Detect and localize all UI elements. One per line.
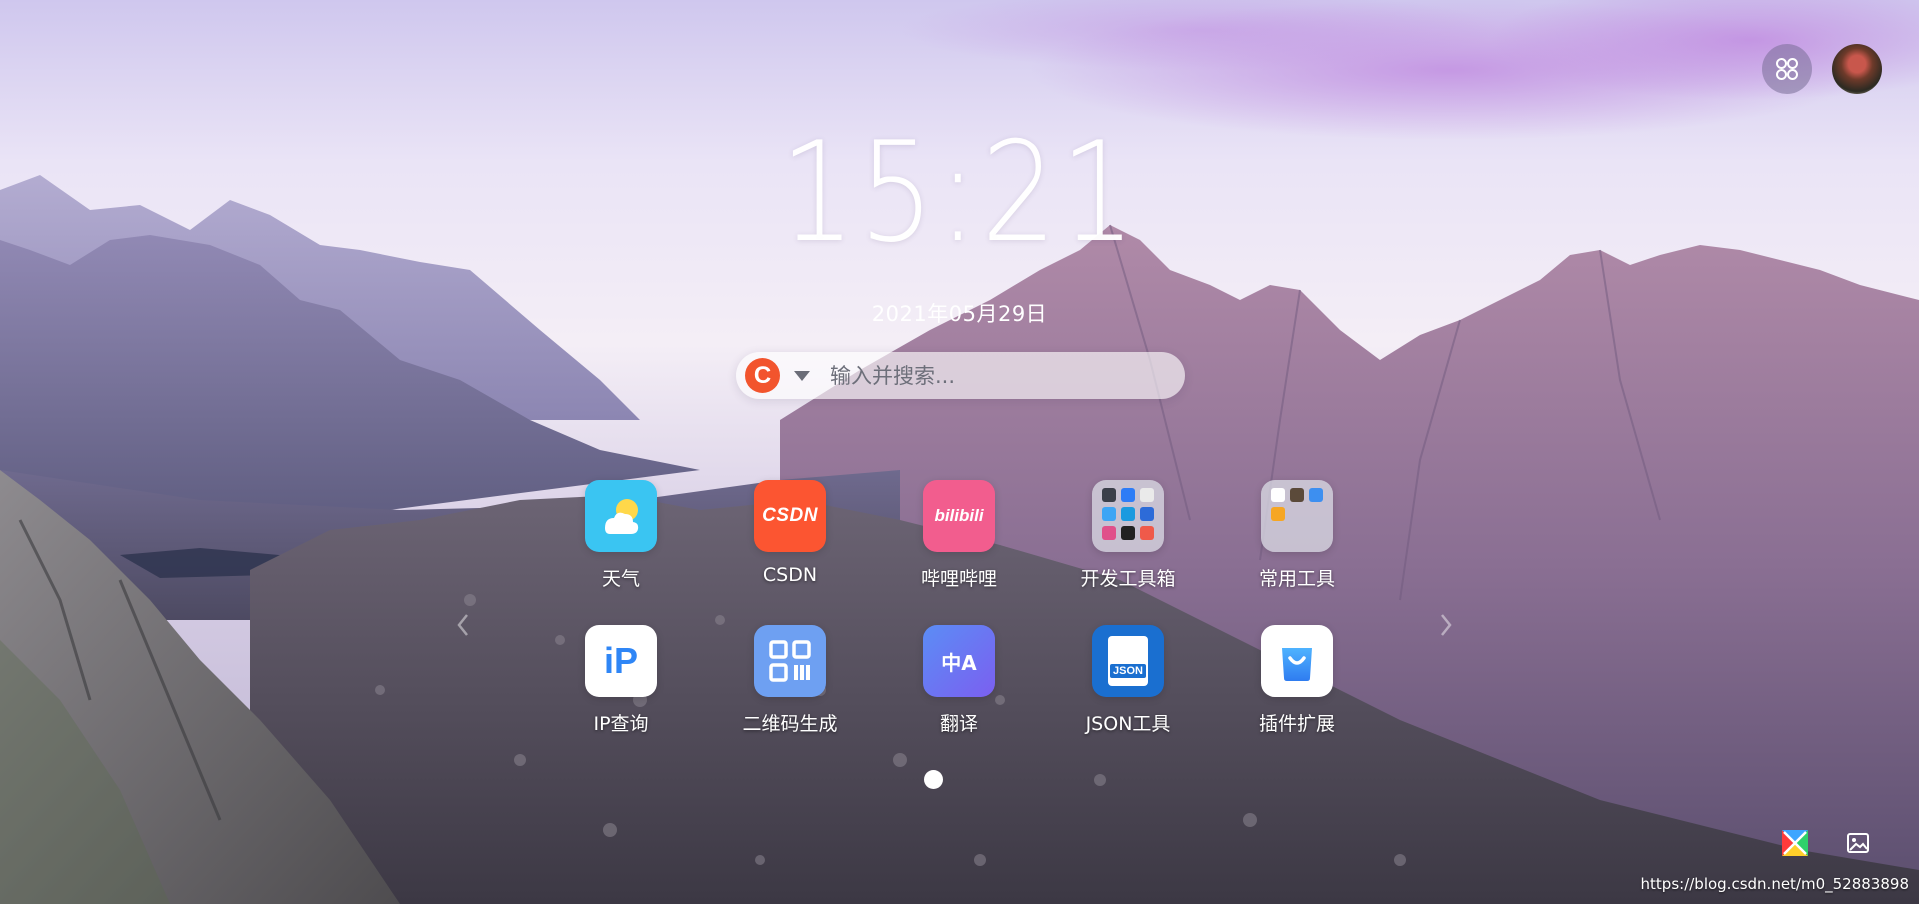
app-label: IP查询 bbox=[593, 713, 649, 735]
page-indicator-dot[interactable] bbox=[924, 770, 943, 789]
translate-icon: 中A bbox=[923, 625, 995, 697]
wallpaper-button[interactable] bbox=[1841, 826, 1875, 860]
app-label: JSON工具 bbox=[1085, 713, 1171, 735]
csdn-logo-text: CSDN bbox=[762, 505, 818, 526]
app-weather[interactable]: 天气 bbox=[556, 480, 686, 591]
watermark-url: https://blog.csdn.net/m0_52883898 bbox=[1640, 875, 1909, 893]
ip-logo-text: iP bbox=[603, 640, 638, 681]
json-badge-text: JSON bbox=[1110, 664, 1146, 678]
bilibili-logo-text: bilibili bbox=[934, 506, 984, 525]
app-plugin-extension[interactable]: 插件扩展 bbox=[1232, 625, 1362, 736]
bilibili-icon: bilibili bbox=[923, 480, 995, 552]
app-label: 开发工具箱 bbox=[1080, 568, 1176, 590]
app-csdn[interactable]: CSDN CSDN bbox=[725, 480, 855, 586]
image-icon bbox=[1847, 833, 1869, 853]
app-folder-dev-toolbox[interactable]: 开发工具箱 bbox=[1063, 480, 1193, 591]
app-label: 插件扩展 bbox=[1258, 713, 1335, 735]
clock-date: 2021年05月29日 bbox=[871, 302, 1048, 326]
app-bilibili[interactable]: bilibili 哔哩哔哩 bbox=[894, 480, 1024, 591]
user-avatar[interactable] bbox=[1832, 44, 1882, 94]
shopping-bag-icon bbox=[1261, 625, 1333, 697]
chevron-left-icon bbox=[457, 614, 468, 636]
app-label: 哔哩哔哩 bbox=[920, 568, 997, 590]
qrcode-icon bbox=[754, 625, 826, 697]
colorful-cross-logo-icon bbox=[1782, 830, 1808, 856]
search-bar: C bbox=[736, 352, 1185, 399]
app-qrcode[interactable]: 二维码生成 bbox=[725, 625, 855, 736]
chevron-right-icon bbox=[1441, 614, 1452, 636]
folder-icon bbox=[1092, 480, 1164, 552]
next-page-button[interactable] bbox=[1431, 610, 1461, 640]
ip-lookup-icon: iP bbox=[585, 625, 657, 697]
csdn-icon: CSDN bbox=[754, 480, 826, 552]
translate-logo-text: 中A bbox=[941, 650, 977, 675]
app-label: 二维码生成 bbox=[742, 713, 838, 735]
grid-icon bbox=[1776, 58, 1798, 80]
app-folder-common-tools[interactable]: 常用工具 bbox=[1232, 480, 1362, 591]
app-label: 常用工具 bbox=[1258, 568, 1335, 590]
caret-down-icon[interactable] bbox=[794, 370, 810, 381]
extension-logo-button[interactable] bbox=[1778, 826, 1812, 860]
json-file-icon: JSON bbox=[1092, 625, 1164, 697]
search-engine-icon[interactable]: C bbox=[745, 358, 780, 393]
app-translate[interactable]: 中A 翻译 bbox=[894, 625, 1024, 736]
clock-time: 15:21 bbox=[779, 112, 1140, 273]
weather-icon bbox=[585, 480, 657, 552]
app-ip-lookup[interactable]: iP IP查询 bbox=[556, 625, 686, 736]
app-grid-button[interactable] bbox=[1762, 44, 1812, 94]
app-json-tool[interactable]: JSON JSON工具 bbox=[1063, 625, 1193, 736]
app-label: CSDN bbox=[762, 564, 818, 586]
folder-icon bbox=[1261, 480, 1333, 552]
prev-page-button[interactable] bbox=[448, 610, 478, 640]
app-label: 翻译 bbox=[939, 713, 978, 735]
app-label: 天气 bbox=[601, 568, 640, 590]
search-input[interactable] bbox=[828, 354, 1185, 397]
